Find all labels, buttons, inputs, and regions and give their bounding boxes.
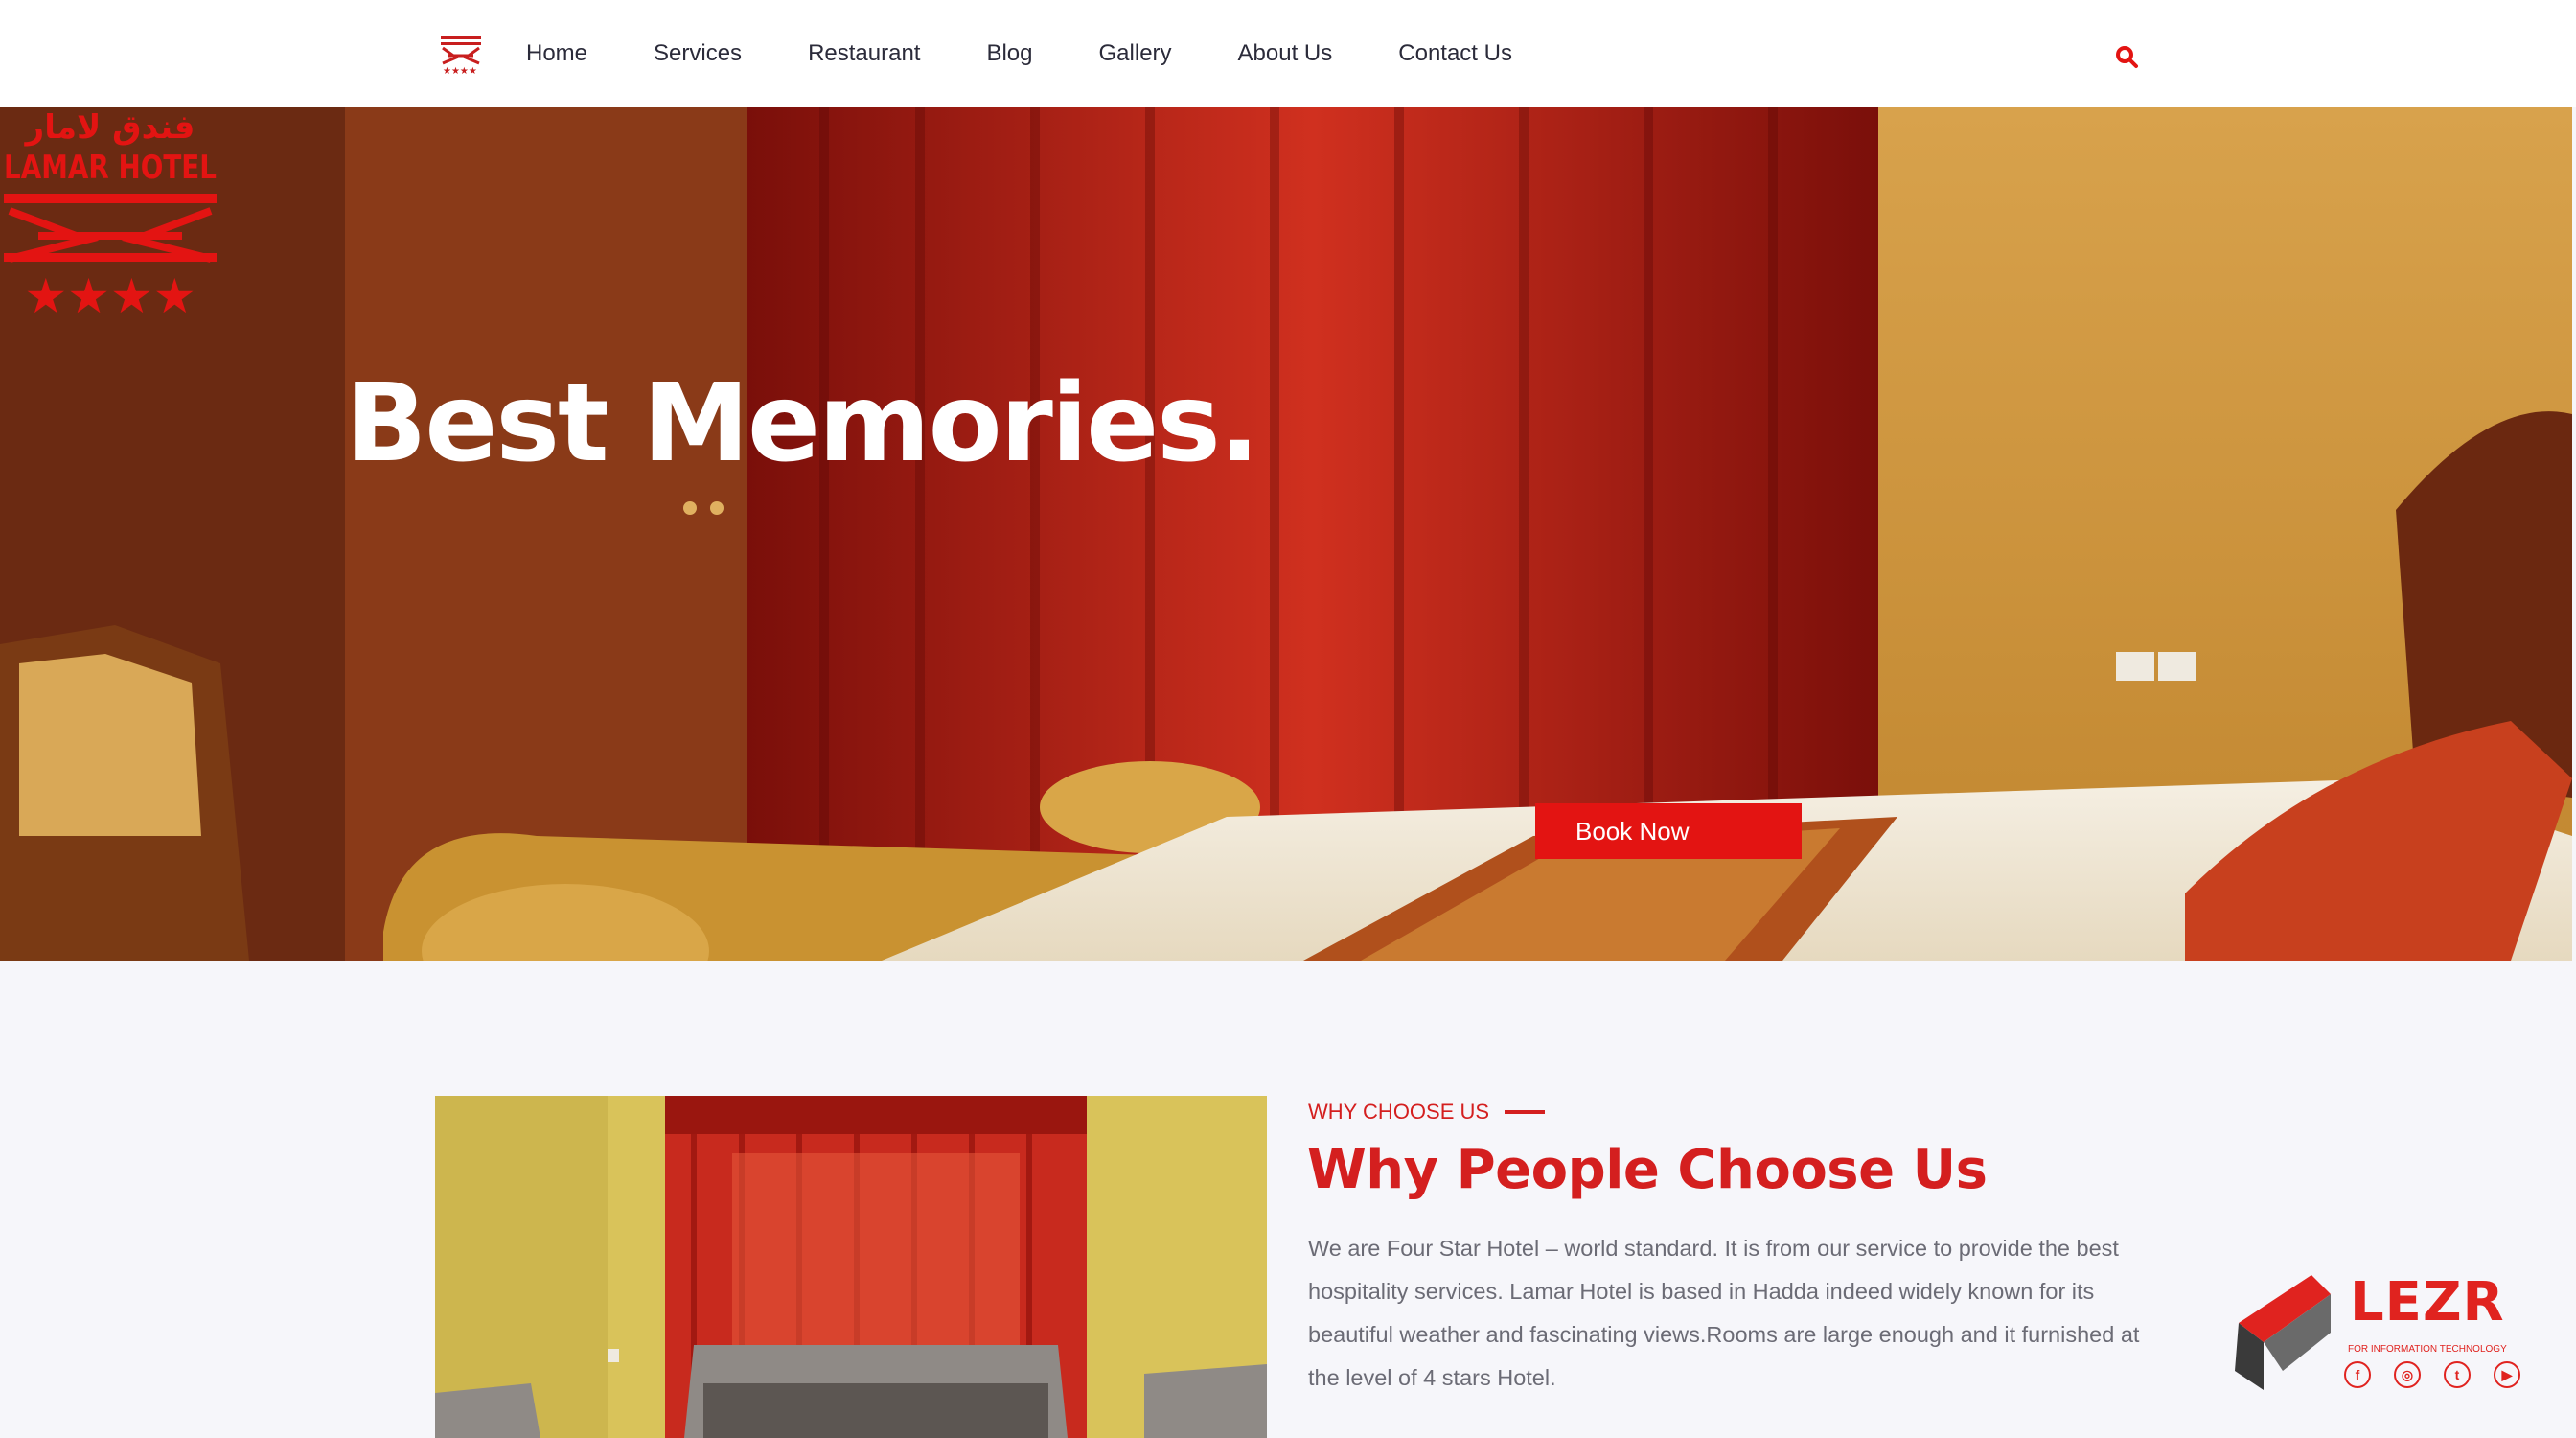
youtube-icon[interactable]: ▶ [2494,1361,2520,1388]
nav-contact-us[interactable]: Contact Us [1398,40,1512,67]
main-menu: Home Services Restaurant Blog Gallery Ab… [526,0,1578,107]
logo-arabic-text: فندق لامار [24,108,196,147]
lezr-watermark: LEZR FOR INFORMATION TECHNOLOGY f ◎ t ▶ [2225,1265,2532,1400]
navbar: ★★★★ Home Services Restaurant Blog Galle… [0,0,2576,107]
logo-stars: ★★★★ [24,268,196,320]
nav-blog[interactable]: Blog [986,40,1032,67]
social-links: f ◎ t ▶ [2344,1361,2543,1388]
hero-banner: Best Memories. فندق لامار LAMAR HOTEL ★★… [0,107,2572,961]
section-eyebrow: WHY CHOOSE US [1308,1100,1546,1125]
section-title: Why People Choose Us [1307,1139,1988,1201]
eyebrow-divider [1505,1110,1546,1114]
search-icon[interactable] [2114,44,2139,69]
nav-services[interactable]: Services [654,40,742,67]
book-now-button[interactable]: Book Now [1535,803,1802,859]
nav-about-us[interactable]: About Us [1238,40,1333,67]
twitter-icon[interactable]: t [2444,1361,2471,1388]
hotel-logo-icon[interactable]: ★★★★ [439,35,483,75]
lamar-hotel-logo: فندق لامار LAMAR HOTEL ★★★★ [4,108,217,320]
logo-name-text: LAMAR HOTEL [4,149,217,187]
nav-gallery[interactable]: Gallery [1099,40,1172,67]
lezr-tagline: FOR INFORMATION TECHNOLOGY [2348,1344,2507,1355]
section-paragraph: We are Four Star Hotel – world standard.… [1308,1236,2140,1390]
nav-restaurant[interactable]: Restaurant [808,40,920,67]
nav-home[interactable]: Home [526,40,587,67]
hero-room-image [0,107,2572,961]
eyebrow-text: WHY CHOOSE US [1308,1100,1490,1124]
hero-title: Best Memories. [345,361,1259,486]
instagram-icon[interactable]: ◎ [2394,1361,2421,1388]
facebook-icon[interactable]: f [2344,1361,2371,1388]
about-room-image [435,1096,1267,1438]
svg-text:★★★★: ★★★★ [443,66,477,75]
lezr-name: LEZR [2350,1271,2505,1334]
lezr-logo-icon [2235,1275,2331,1390]
